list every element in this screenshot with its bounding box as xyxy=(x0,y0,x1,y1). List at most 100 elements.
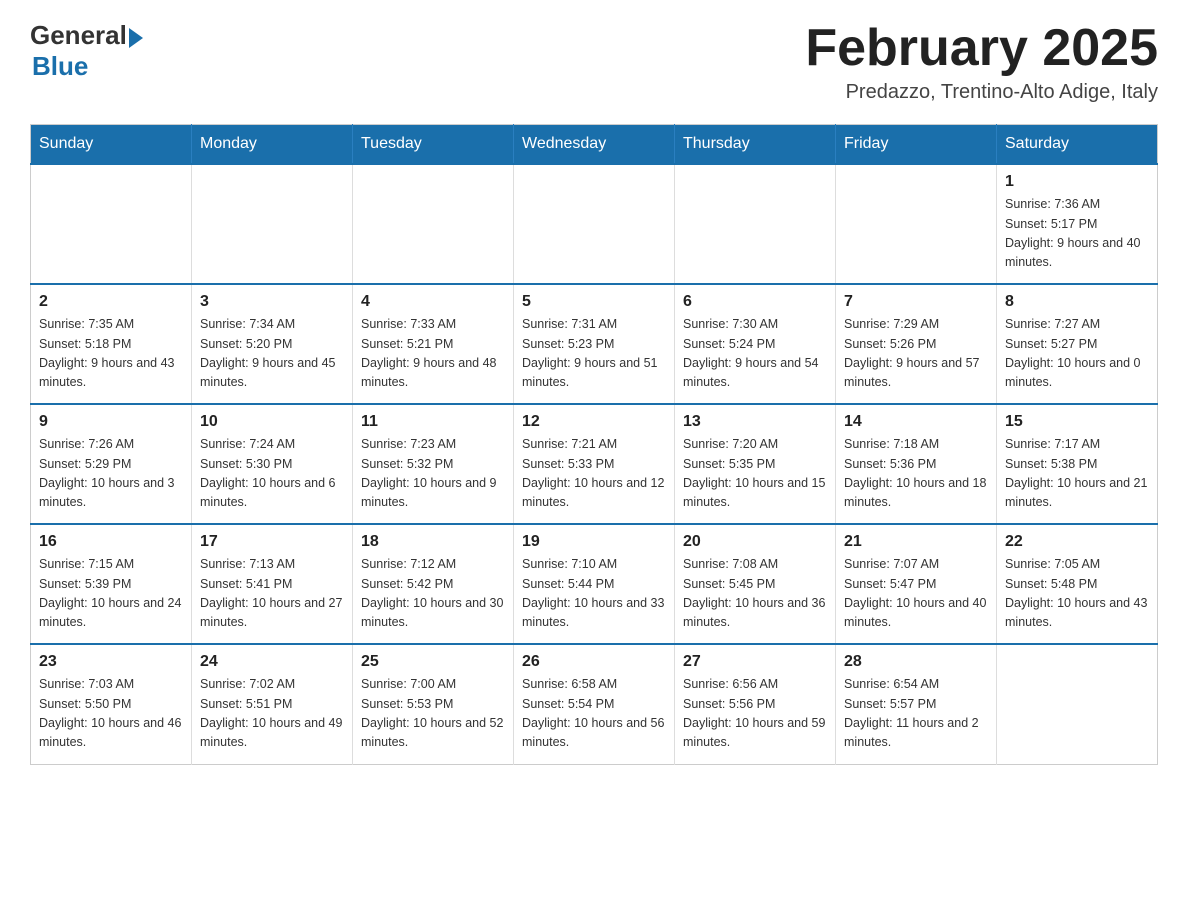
day-number: 27 xyxy=(683,653,827,671)
day-info: Sunrise: 7:12 AMSunset: 5:42 PMDaylight:… xyxy=(361,555,505,633)
day-number: 22 xyxy=(1005,533,1149,551)
day-info: Sunrise: 7:26 AMSunset: 5:29 PMDaylight:… xyxy=(39,435,183,513)
calendar-cell: 26 Sunrise: 6:58 AMSunset: 5:54 PMDayligh… xyxy=(514,644,675,764)
calendar-cell: 13 Sunrise: 7:20 AMSunset: 5:35 PMDayligh… xyxy=(675,404,836,524)
day-number: 24 xyxy=(200,653,344,671)
calendar-week-row: 23Sunrise: 7:03 AMSunset: 5:50 PMDayligh… xyxy=(31,644,1158,764)
calendar-cell: 5 Sunrise: 7:31 AMSunset: 5:23 PMDaylight… xyxy=(514,284,675,404)
day-info: Sunrise: 7:10 AMSunset: 5:44 PMDaylight:… xyxy=(522,555,666,633)
day-info: Sunrise: 7:31 AMSunset: 5:23 PMDaylight:… xyxy=(522,315,666,393)
day-info: Sunrise: 7:24 AMSunset: 5:30 PMDaylight:… xyxy=(200,435,344,513)
calendar-cell: 24Sunrise: 7:02 AMSunset: 5:51 PMDayligh… xyxy=(192,644,353,764)
calendar-cell: 10 Sunrise: 7:24 AMSunset: 5:30 PMDayligh… xyxy=(192,404,353,524)
day-number: 6 xyxy=(683,293,827,311)
calendar-cell xyxy=(997,644,1158,764)
calendar-cell: 3 Sunrise: 7:34 AMSunset: 5:20 PMDaylight… xyxy=(192,284,353,404)
calendar-cell xyxy=(514,164,675,284)
calendar-cell: 22 Sunrise: 7:05 AMSunset: 5:48 PMDayligh… xyxy=(997,524,1158,644)
day-info: Sunrise: 7:08 AMSunset: 5:45 PMDaylight:… xyxy=(683,555,827,633)
calendar-cell: 28 Sunrise: 6:54 AMSunset: 5:57 PMDayligh… xyxy=(836,644,997,764)
day-number: 10 xyxy=(200,413,344,431)
day-number: 16 xyxy=(39,533,183,551)
day-number: 5 xyxy=(522,293,666,311)
day-info: Sunrise: 6:56 AMSunset: 5:56 PMDaylight:… xyxy=(683,675,827,753)
day-info: Sunrise: 7:21 AMSunset: 5:33 PMDaylight:… xyxy=(522,435,666,513)
day-number: 12 xyxy=(522,413,666,431)
calendar-week-row: 16 Sunrise: 7:15 AMSunset: 5:39 PMDayligh… xyxy=(31,524,1158,644)
calendar-cell: 1 Sunrise: 7:36 AMSunset: 5:17 PMDaylight… xyxy=(997,164,1158,284)
day-info: Sunrise: 7:18 AMSunset: 5:36 PMDaylight:… xyxy=(844,435,988,513)
calendar-cell: 19 Sunrise: 7:10 AMSunset: 5:44 PMDayligh… xyxy=(514,524,675,644)
calendar-week-row: 9 Sunrise: 7:26 AMSunset: 5:29 PMDaylight… xyxy=(31,404,1158,524)
weekday-header-wednesday: Wednesday xyxy=(514,125,675,165)
title-area: February 2025 Predazzo, Trentino-Alto Ad… xyxy=(805,20,1158,104)
day-info: Sunrise: 7:35 AMSunset: 5:18 PMDaylight:… xyxy=(39,315,183,393)
weekday-header-saturday: Saturday xyxy=(997,125,1158,165)
day-info: Sunrise: 7:17 AMSunset: 5:38 PMDaylight:… xyxy=(1005,435,1149,513)
calendar-cell: 11 Sunrise: 7:23 AMSunset: 5:32 PMDayligh… xyxy=(353,404,514,524)
day-number: 25 xyxy=(361,653,505,671)
calendar-cell xyxy=(192,164,353,284)
calendar-cell: 25 Sunrise: 7:00 AMSunset: 5:53 PMDayligh… xyxy=(353,644,514,764)
calendar-cell: 4 Sunrise: 7:33 AMSunset: 5:21 PMDaylight… xyxy=(353,284,514,404)
day-number: 23 xyxy=(39,653,183,671)
day-number: 9 xyxy=(39,413,183,431)
logo-blue-text: Blue xyxy=(32,51,88,82)
calendar-cell: 21 Sunrise: 7:07 AMSunset: 5:47 PMDayligh… xyxy=(836,524,997,644)
calendar-cell xyxy=(353,164,514,284)
day-number: 7 xyxy=(844,293,988,311)
calendar-table: SundayMondayTuesdayWednesdayThursdayFrid… xyxy=(30,124,1158,765)
month-title: February 2025 xyxy=(805,20,1158,77)
calendar-week-row: 2 Sunrise: 7:35 AMSunset: 5:18 PMDaylight… xyxy=(31,284,1158,404)
day-number: 3 xyxy=(200,293,344,311)
logo-arrow-icon xyxy=(129,28,143,48)
calendar-cell: 27 Sunrise: 6:56 AMSunset: 5:56 PMDayligh… xyxy=(675,644,836,764)
day-info: Sunrise: 7:15 AMSunset: 5:39 PMDaylight:… xyxy=(39,555,183,633)
day-number: 8 xyxy=(1005,293,1149,311)
page-header: General Blue February 2025 Predazzo, Tre… xyxy=(30,20,1158,104)
weekday-header-friday: Friday xyxy=(836,125,997,165)
day-number: 18 xyxy=(361,533,505,551)
day-info: Sunrise: 7:07 AMSunset: 5:47 PMDaylight:… xyxy=(844,555,988,633)
day-info: Sunrise: 7:00 AMSunset: 5:53 PMDaylight:… xyxy=(361,675,505,753)
day-info: Sunrise: 7:27 AMSunset: 5:27 PMDaylight:… xyxy=(1005,315,1149,393)
calendar-cell: 6 Sunrise: 7:30 AMSunset: 5:24 PMDaylight… xyxy=(675,284,836,404)
calendar-cell xyxy=(836,164,997,284)
day-info: Sunrise: 7:36 AMSunset: 5:17 PMDaylight:… xyxy=(1005,195,1149,273)
day-number: 15 xyxy=(1005,413,1149,431)
day-info: Sunrise: 7:29 AMSunset: 5:26 PMDaylight:… xyxy=(844,315,988,393)
calendar-cell: 2 Sunrise: 7:35 AMSunset: 5:18 PMDaylight… xyxy=(31,284,192,404)
day-number: 26 xyxy=(522,653,666,671)
day-info: Sunrise: 7:20 AMSunset: 5:35 PMDaylight:… xyxy=(683,435,827,513)
day-number: 28 xyxy=(844,653,988,671)
calendar-header-row: SundayMondayTuesdayWednesdayThursdayFrid… xyxy=(31,125,1158,165)
calendar-cell: 18 Sunrise: 7:12 AMSunset: 5:42 PMDayligh… xyxy=(353,524,514,644)
day-number: 4 xyxy=(361,293,505,311)
day-info: Sunrise: 6:58 AMSunset: 5:54 PMDaylight:… xyxy=(522,675,666,753)
day-number: 11 xyxy=(361,413,505,431)
day-number: 14 xyxy=(844,413,988,431)
weekday-header-monday: Monday xyxy=(192,125,353,165)
day-number: 1 xyxy=(1005,173,1149,191)
day-number: 20 xyxy=(683,533,827,551)
day-number: 13 xyxy=(683,413,827,431)
day-info: Sunrise: 7:30 AMSunset: 5:24 PMDaylight:… xyxy=(683,315,827,393)
calendar-cell: 8 Sunrise: 7:27 AMSunset: 5:27 PMDaylight… xyxy=(997,284,1158,404)
day-number: 21 xyxy=(844,533,988,551)
calendar-cell: 15 Sunrise: 7:17 AMSunset: 5:38 PMDayligh… xyxy=(997,404,1158,524)
day-info: Sunrise: 7:33 AMSunset: 5:21 PMDaylight:… xyxy=(361,315,505,393)
day-number: 2 xyxy=(39,293,183,311)
logo: General Blue xyxy=(30,20,143,82)
day-number: 19 xyxy=(522,533,666,551)
weekday-header-thursday: Thursday xyxy=(675,125,836,165)
location-title: Predazzo, Trentino-Alto Adige, Italy xyxy=(805,81,1158,104)
day-info: Sunrise: 7:05 AMSunset: 5:48 PMDaylight:… xyxy=(1005,555,1149,633)
calendar-cell: 12 Sunrise: 7:21 AMSunset: 5:33 PMDayligh… xyxy=(514,404,675,524)
calendar-cell: 16 Sunrise: 7:15 AMSunset: 5:39 PMDayligh… xyxy=(31,524,192,644)
day-info: Sunrise: 6:54 AMSunset: 5:57 PMDaylight:… xyxy=(844,675,988,753)
day-info: Sunrise: 7:34 AMSunset: 5:20 PMDaylight:… xyxy=(200,315,344,393)
calendar-cell: 23Sunrise: 7:03 AMSunset: 5:50 PMDayligh… xyxy=(31,644,192,764)
weekday-header-sunday: Sunday xyxy=(31,125,192,165)
day-info: Sunrise: 7:23 AMSunset: 5:32 PMDaylight:… xyxy=(361,435,505,513)
calendar-cell: 14 Sunrise: 7:18 AMSunset: 5:36 PMDayligh… xyxy=(836,404,997,524)
